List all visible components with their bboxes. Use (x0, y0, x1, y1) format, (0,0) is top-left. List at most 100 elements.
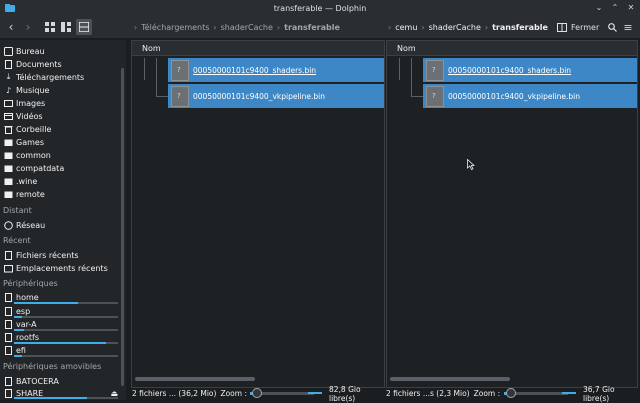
horizontal-scrollbar[interactable] (135, 377, 255, 381)
download-icon: ⤓ (6, 72, 11, 81)
breadcrumb-item[interactable]: cemu (395, 23, 417, 32)
sidebar-item-label: .wine (16, 176, 38, 186)
hamburger-menu-icon[interactable]: ≡ (622, 19, 634, 35)
column-header-name[interactable]: Nom (132, 41, 384, 56)
window-title: transferable — Dolphin (273, 3, 367, 13)
selection-status: 2 fichiers ... (36,2 Mio) (132, 389, 217, 398)
compact-view-button[interactable] (59, 19, 73, 35)
file-name: 00050000101c9400_shaders.bin (193, 65, 317, 75)
tree-line (156, 58, 157, 96)
title-bar: transferable — Dolphin ⌄ ⌃ ✕ (0, 0, 640, 16)
unknown-file-icon (171, 85, 189, 107)
sidebar-item-label: Téléchargements (16, 72, 85, 82)
video-icon (4, 112, 13, 121)
file-row[interactable]: 00050000101c9400_vkpipeline.bin (168, 84, 384, 108)
breadcrumb-separator-icon: › (134, 22, 138, 32)
zoom-label: Zoom : (220, 389, 247, 398)
sidebar-item-remote[interactable]: remote (4, 188, 118, 200)
maximize-icon[interactable]: ⌃ (610, 2, 620, 12)
sidebar-item-bureau[interactable]: Bureau (4, 45, 118, 57)
zoom-slider-handle[interactable] (506, 388, 516, 398)
left-file-pane: Nom 00050000101c9400_shaders.bin 0005000… (131, 40, 385, 388)
sidebar-item-batocera[interactable]: BATOCERA (4, 375, 118, 387)
sidebar-scrollbar[interactable] (121, 68, 124, 386)
drive-icon (4, 292, 13, 302)
forward-arrow-icon[interactable]: › (21, 19, 35, 35)
toolbar: ‹ › › Téléchargements › shaderCache › tr… (0, 16, 640, 38)
sidebar-item-wine[interactable]: .wine (4, 175, 118, 187)
sidebar-item-compatdata[interactable]: compatdata (4, 162, 118, 174)
breadcrumb-item[interactable]: shaderCache (429, 23, 481, 32)
sidebar-item-label: Images (16, 98, 46, 108)
right-file-pane: Nom 00050000101c9400_shaders.bin 0005000… (386, 40, 638, 388)
sidebar-item-label: compatdata (16, 163, 65, 173)
breadcrumb-separator-icon: › (276, 22, 281, 32)
sidebar-item-recent-locations[interactable]: Emplacements récents (4, 262, 118, 274)
folder-icon (4, 151, 13, 160)
breadcrumb-right: › cemu › shaderCache › transferable (388, 20, 548, 34)
column-header-name[interactable]: Nom (387, 41, 637, 56)
details-view-button[interactable] (76, 19, 92, 35)
sidebar-item-recent-files[interactable]: Fichiers récents (4, 249, 118, 261)
places-panel: Bureau Documents ⤓ Téléchargements ♪ Musiq… (0, 40, 126, 400)
grid-view-icon (45, 22, 55, 32)
mouse-cursor-icon (467, 159, 475, 170)
sidebar-item-telechargements[interactable]: ⤓ Téléchargements (4, 71, 118, 83)
sidebar-item-images[interactable]: Images (4, 97, 118, 109)
sidebar-item-label: efi (16, 345, 26, 355)
breadcrumb-item[interactable]: Téléchargements (141, 23, 209, 32)
free-space-bar (308, 392, 322, 394)
sidebar-item-label: home (16, 292, 39, 302)
sidebar-item-corbeille[interactable]: Corbeille (4, 123, 118, 135)
breadcrumb-item-current[interactable]: transferable (492, 23, 548, 32)
sidebar-item-label: common (16, 150, 51, 160)
close-icon[interactable]: ✕ (626, 2, 636, 12)
sidebar-item-label: Réseau (16, 220, 46, 230)
folder-icon (4, 177, 13, 186)
back-arrow-icon[interactable]: ‹ (4, 19, 18, 35)
music-icon: ♪ (5, 85, 12, 95)
tree-line (156, 96, 168, 97)
trash-icon (4, 125, 13, 134)
file-name: 00050000101c9400_shaders.bin (448, 65, 572, 75)
section-heading-removable: Périphériques amovibles (3, 362, 102, 371)
capacity-bar-efi (14, 355, 22, 357)
breadcrumb-separator-icon: › (388, 22, 392, 32)
breadcrumb-separator-icon: › (213, 22, 217, 32)
minimize-icon[interactable]: ⌄ (594, 2, 604, 12)
zoom-slider-handle[interactable] (252, 388, 262, 398)
file-name: 00050000101c9400_vkpipeline.bin (193, 91, 325, 101)
sidebar-item-common[interactable]: common (4, 149, 118, 161)
icons-view-button[interactable] (43, 19, 57, 35)
sidebar-item-label: Games (16, 137, 44, 147)
capacity-bar-share (14, 397, 87, 399)
section-heading-distant: Distant (3, 206, 32, 215)
sidebar-item-label: Corbeille (16, 124, 52, 134)
breadcrumb-separator-icon: › (484, 22, 489, 32)
file-row[interactable]: 00050000101c9400_shaders.bin (168, 58, 384, 82)
close-split-button[interactable]: Fermer (557, 19, 599, 35)
sidebar-item-games[interactable]: Games (4, 136, 118, 148)
breadcrumb-item[interactable]: shaderCache (221, 23, 273, 32)
sidebar-item-musique[interactable]: ♪ Musique (4, 84, 118, 96)
sidebar-item-documents[interactable]: Documents (4, 58, 118, 70)
sidebar-item-label: remote (16, 189, 45, 199)
selection-status: 2 fichiers ...s (2,3 Mio) (386, 389, 470, 398)
horizontal-scrollbar[interactable] (390, 377, 510, 381)
tree-line (411, 96, 423, 97)
unknown-file-icon (171, 59, 189, 81)
file-row[interactable]: 00050000101c9400_shaders.bin (423, 58, 637, 82)
breadcrumb-left: › Téléchargements › shaderCache › transf… (134, 20, 340, 34)
drive-icon (4, 345, 13, 355)
folder-icon (4, 190, 13, 199)
file-row[interactable]: 00050000101c9400_vkpipeline.bin (423, 84, 637, 108)
breadcrumb-separator-icon: › (421, 22, 425, 32)
search-icon[interactable] (606, 19, 618, 35)
sidebar-item-videos[interactable]: Vidéos (4, 110, 118, 122)
drive-icon (4, 332, 13, 342)
sidebar-item-reseau[interactable]: Réseau (4, 219, 118, 231)
sidebar-item-label: var-A (16, 319, 37, 329)
zoom-label: Zoom : (473, 389, 501, 398)
breadcrumb-item-current[interactable]: transferable (284, 23, 340, 32)
document-icon (4, 59, 13, 69)
